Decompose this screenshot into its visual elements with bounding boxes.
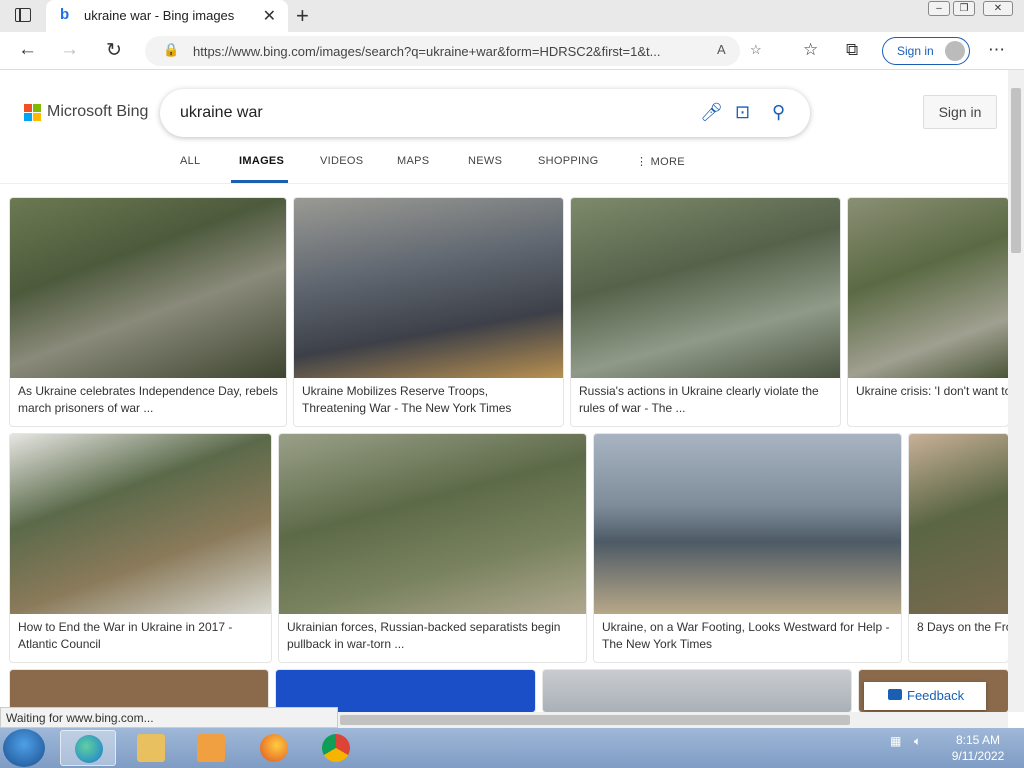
firefox-icon	[260, 734, 288, 762]
result-thumbnail[interactable]	[279, 434, 586, 614]
refresh-icon[interactable]: ↻	[106, 39, 122, 62]
tab-more-label: MORE	[650, 156, 685, 168]
image-result[interactable]	[10, 670, 268, 712]
chrome-taskbar-button[interactable]	[308, 730, 364, 766]
microphone-icon[interactable]: 🎤︎	[700, 102, 723, 123]
result-caption[interactable]: Ukrainian forces, Russian-backed separat…	[287, 619, 578, 653]
image-result[interactable]: Ukraine Mobilizes Reserve Troops, Threat…	[294, 198, 563, 426]
image-result[interactable]: 8 Days on the Fro	[909, 434, 1008, 662]
image-result[interactable]	[276, 670, 535, 712]
address-bar[interactable]: 🔒 https://www.bing.com/images/search?q=u…	[145, 36, 762, 66]
profile-signin-label: Sign in	[897, 44, 934, 58]
bing-favicon-icon: b	[60, 6, 70, 23]
tab-maps[interactable]: MAPS	[397, 155, 429, 167]
result-caption[interactable]: Ukraine Mobilizes Reserve Troops, Threat…	[302, 383, 555, 417]
image-result[interactable]: How to End the War in Ukraine in 2017 - …	[10, 434, 271, 662]
visual-search-icon[interactable]: ⊡	[735, 102, 750, 123]
result-caption[interactable]: Ukraine crisis: 'I don't want to	[856, 383, 1008, 400]
result-thumbnail[interactable]	[909, 434, 1008, 614]
tab-title: ukraine war - Bing images	[84, 8, 235, 23]
address-toolbar: ← → ↻ 🔒 https://www.bing.com/images/sear…	[0, 32, 1024, 70]
collections-icon[interactable]: ⧉	[846, 40, 858, 60]
start-button[interactable]	[3, 729, 45, 767]
forward-icon[interactable]: →	[60, 39, 79, 61]
signin-button[interactable]: Sign in	[923, 95, 997, 129]
edge-taskbar-button[interactable]	[60, 730, 116, 766]
volume-icon[interactable]: 🔈︎	[914, 734, 921, 749]
edge-icon	[75, 735, 103, 763]
microsoft-logo-icon	[24, 104, 41, 121]
taskbar: ▦ 🔈︎ 8:15 AM 9/11/2022	[0, 728, 1024, 768]
feedback-label: Feedback	[907, 688, 965, 703]
tab-shopping[interactable]: SHOPPING	[538, 155, 598, 167]
close-tab-icon[interactable]: ✕	[263, 6, 276, 26]
active-tab-indicator	[231, 180, 288, 183]
back-icon[interactable]: ←	[18, 39, 37, 61]
url-text[interactable]: https://www.bing.com/images/search?q=ukr…	[193, 44, 660, 59]
search-box[interactable]: ukraine war 🎤︎ ⊡ ⚲	[160, 89, 810, 137]
feedback-button[interactable]: Feedback	[864, 682, 986, 710]
image-result[interactable]: Ukrainian forces, Russian-backed separat…	[279, 434, 586, 662]
clock-date: 9/11/2022	[951, 749, 1005, 763]
favorite-add-icon[interactable]: ☆	[750, 42, 762, 58]
tab-all[interactable]: ALL	[180, 155, 200, 167]
restore-icon[interactable]: ❐	[953, 1, 975, 16]
lock-icon[interactable]: 🔒	[163, 42, 179, 58]
brand-name: Microsoft Bing	[47, 103, 149, 120]
minimize-icon[interactable]: –	[928, 1, 950, 16]
horizontal-scroll-thumb[interactable]	[340, 715, 850, 725]
tab-actions-icon[interactable]	[15, 8, 31, 22]
search-input[interactable]: ukraine war	[180, 104, 263, 122]
vertical-scroll-thumb[interactable]	[1011, 88, 1021, 253]
tab-images[interactable]: IMAGES	[239, 155, 284, 167]
vertical-scrollbar[interactable]	[1008, 70, 1024, 712]
status-bar: Waiting for www.bing.com...	[0, 707, 338, 728]
result-thumbnail[interactable]	[594, 434, 901, 614]
firefox-taskbar-button[interactable]	[246, 730, 302, 766]
tab-news[interactable]: NEWS	[468, 155, 502, 167]
result-caption[interactable]: How to End the War in Ukraine in 2017 - …	[18, 619, 263, 653]
read-aloud-icon[interactable]: A	[717, 42, 726, 57]
result-caption[interactable]: 8 Days on the Fro	[917, 619, 1008, 636]
network-icon[interactable]: ▦	[890, 734, 901, 748]
result-caption[interactable]: Russia's actions in Ukraine clearly viol…	[579, 383, 832, 417]
feedback-icon	[888, 689, 902, 700]
explorer-taskbar-button[interactable]	[123, 730, 179, 766]
chrome-icon	[322, 734, 350, 762]
folder-icon	[137, 734, 165, 762]
tab-more[interactable]: ⋮ MORE	[636, 155, 685, 168]
browser-tab-bar: b ukraine war - Bing images ✕ + – ❐ ✕	[0, 0, 1024, 32]
result-thumbnail[interactable]	[294, 198, 563, 378]
image-result[interactable]: Ukraine crisis: 'I don't want to	[848, 198, 1008, 426]
new-tab-icon[interactable]: +	[296, 3, 309, 29]
favorites-icon[interactable]: ☆	[803, 40, 818, 60]
media-player-icon	[197, 734, 225, 762]
image-result[interactable]	[543, 670, 851, 712]
image-result[interactable]: Ukraine, on a War Footing, Looks Westwar…	[594, 434, 901, 662]
more-menu-icon[interactable]: ⋯	[988, 40, 1005, 60]
avatar	[945, 41, 965, 61]
profile-button[interactable]: Sign in	[882, 37, 970, 65]
search-icon[interactable]: ⚲	[772, 102, 785, 123]
result-thumbnail[interactable]	[848, 198, 1008, 378]
browser-tab[interactable]: b ukraine war - Bing images ✕	[46, 0, 288, 32]
image-result[interactable]: As Ukraine celebrates Independence Day, …	[10, 198, 286, 426]
media-taskbar-button[interactable]	[183, 730, 239, 766]
scope-tabs: ALL IMAGES VIDEOS MAPS NEWS SHOPPING ⋮ M…	[0, 152, 1008, 184]
result-caption[interactable]: Ukraine, on a War Footing, Looks Westwar…	[602, 619, 893, 653]
result-caption[interactable]: As Ukraine celebrates Independence Day, …	[18, 383, 278, 417]
image-result[interactable]: Russia's actions in Ukraine clearly viol…	[571, 198, 840, 426]
close-window-icon[interactable]: ✕	[983, 1, 1013, 16]
result-thumbnail[interactable]	[10, 434, 271, 614]
result-thumbnail[interactable]	[571, 198, 840, 378]
tab-videos[interactable]: VIDEOS	[320, 155, 363, 167]
system-clock[interactable]: 8:15 AM 9/11/2022	[940, 732, 1016, 764]
clock-time: 8:15 AM	[955, 733, 1001, 747]
result-thumbnail[interactable]	[10, 198, 286, 378]
